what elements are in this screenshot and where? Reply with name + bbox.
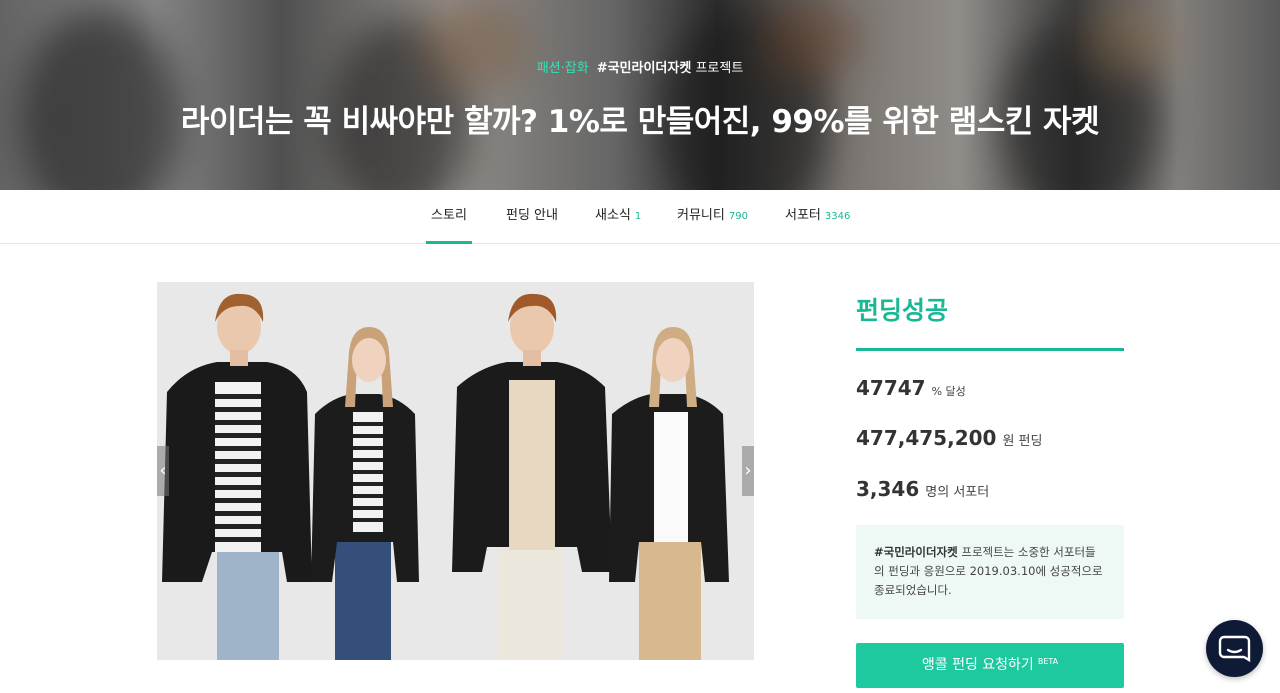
project-tag[interactable]: #국민라이더자켓 — [597, 61, 692, 76]
funding-status: 펀딩성공 — [856, 296, 949, 325]
tab-count: 790 — [728, 211, 748, 222]
tab-community[interactable]: 커뮤니티 790 — [677, 190, 748, 244]
funded-amount-unit: 원 펀딩 — [1002, 434, 1043, 449]
chat-icon — [1218, 635, 1251, 663]
supporter-count-value: 3,346 — [856, 477, 920, 501]
funded-amount: 477,475,200 원 펀딩 — [856, 426, 1042, 450]
progress-bar — [856, 348, 1124, 351]
tab-label: 새소식 — [595, 208, 631, 223]
funded-amount-value: 477,475,200 — [856, 426, 997, 450]
tab-story[interactable]: 스토리 — [426, 190, 472, 244]
beta-badge: BETA — [1037, 657, 1059, 666]
tab-funding-info[interactable]: 펀딩 안내 — [506, 190, 558, 244]
project-tabs: 스토리 펀딩 안내 새소식 1 커뮤니티 790 서포터 3346 — [0, 190, 1280, 244]
achieve-rate: 47747 % 달성 — [856, 376, 966, 400]
hero-banner: 패션·잡화 #국민라이더자켓 프로젝트 라이더는 꼭 비싸야만 할까? 1%로 만… — [0, 0, 1280, 190]
tab-supporters[interactable]: 서포터 3346 — [785, 190, 850, 244]
completion-notice: #국민라이더자켓 프로젝트는 소중한 서포터들의 펀딩과 응원으로 2019.0… — [856, 525, 1124, 619]
carousel-next-button[interactable]: › — [742, 446, 754, 496]
carousel-prev-button[interactable]: ‹ — [157, 446, 169, 496]
tab-label: 커뮤니티 — [677, 208, 725, 223]
category-link[interactable]: 패션·잡화 — [537, 61, 589, 76]
notice-tag: #국민라이더자켓 — [874, 545, 958, 559]
encore-funding-button[interactable]: 앵콜 펀딩 요청하기 BETA — [856, 643, 1124, 688]
tab-count: 1 — [634, 211, 642, 222]
tab-news[interactable]: 새소식 1 — [595, 190, 641, 244]
tab-label: 서포터 — [785, 208, 821, 223]
achieve-rate-unit: % 달성 — [931, 385, 966, 398]
project-image — [157, 282, 754, 660]
tab-label: 스토리 — [431, 208, 467, 223]
tab-count: 3346 — [824, 211, 851, 222]
project-title: 라이더는 꼭 비싸야만 할까? 1%로 만들어진, 99%를 위한 램스킨 자켓 — [180, 104, 1100, 140]
encore-label: 앵콜 펀딩 요청하기 — [921, 657, 1034, 673]
supporter-count-unit: 명의 서포터 — [925, 485, 990, 500]
achieve-rate-value: 47747 — [856, 376, 926, 400]
tab-label: 펀딩 안내 — [506, 208, 558, 223]
models-illustration — [157, 282, 754, 660]
chat-button[interactable] — [1206, 620, 1263, 677]
project-tag-suffix: 프로젝트 — [691, 61, 744, 76]
hero-categories: 패션·잡화 #국민라이더자켓 프로젝트 — [0, 57, 1280, 76]
supporter-count: 3,346 명의 서포터 — [856, 477, 989, 501]
